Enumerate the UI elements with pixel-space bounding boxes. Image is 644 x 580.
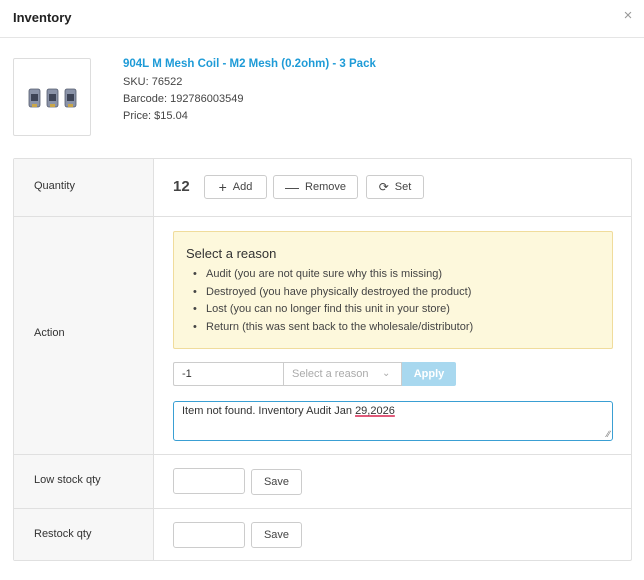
restock-label: Restock qty bbox=[34, 528, 92, 540]
action-label: Action bbox=[34, 327, 65, 339]
product-sku: SKU: 76522 bbox=[123, 76, 183, 88]
quantity-value: 12 bbox=[173, 178, 190, 195]
add-button[interactable]: + Add bbox=[204, 175, 267, 199]
minus-icon: — bbox=[285, 178, 300, 195]
list-item: Lost (you can no longer find this unit i… bbox=[186, 301, 473, 319]
apply-button[interactable]: Apply bbox=[402, 362, 456, 386]
divider bbox=[14, 508, 631, 509]
list-item: Destroyed (you have physically destroyed… bbox=[186, 284, 473, 302]
reason-title: Select a reason bbox=[186, 246, 277, 261]
low-stock-save-button[interactable]: Save bbox=[251, 469, 302, 495]
reason-select[interactable]: Select a reason ⌄ bbox=[283, 362, 402, 386]
remove-button-label: Remove bbox=[305, 181, 346, 193]
remove-button[interactable]: — Remove bbox=[273, 175, 358, 199]
low-stock-input[interactable] bbox=[173, 468, 245, 494]
modal-header: Inventory × bbox=[0, 0, 644, 38]
spellcheck-word: 29,2026 bbox=[355, 405, 395, 417]
set-button[interactable]: ⟳ Set bbox=[366, 175, 424, 199]
add-button-label: Add bbox=[232, 181, 253, 193]
product-price: Price: $15.04 bbox=[123, 110, 188, 122]
reason-list: Audit (you are not quite sure why this i… bbox=[186, 266, 473, 336]
refresh-icon: ⟳ bbox=[378, 180, 389, 194]
restock-save-button[interactable]: Save bbox=[251, 522, 302, 548]
close-icon[interactable]: × bbox=[620, 8, 636, 24]
plus-icon: + bbox=[218, 178, 227, 195]
divider bbox=[14, 454, 631, 455]
quantity-label: Quantity bbox=[34, 180, 75, 192]
modal-title: Inventory bbox=[13, 10, 72, 25]
label-column bbox=[14, 159, 154, 560]
inventory-form: Quantity 12 + Add — Remove ⟳ Set Action … bbox=[13, 158, 632, 561]
adjust-quantity-input[interactable]: -1 bbox=[173, 362, 283, 386]
product-name-link[interactable]: 904L M Mesh Coil - M2 Mesh (0.2ohm) - 3 … bbox=[123, 58, 376, 70]
product-barcode: Barcode: 192786003549 bbox=[123, 93, 244, 105]
note-text: Item not found. Inventory Audit Jan bbox=[182, 405, 356, 417]
reason-select-placeholder: Select a reason bbox=[292, 368, 369, 380]
list-item: Audit (you are not quite sure why this i… bbox=[186, 266, 473, 284]
note-textarea[interactable]: Item not found. Inventory Audit Jan 29,2… bbox=[173, 401, 613, 441]
product-thumbnail bbox=[13, 58, 91, 136]
coil-pack-icon bbox=[28, 88, 77, 108]
resize-handle-icon[interactable]: ∕∕ bbox=[607, 429, 610, 439]
list-item: Return (this was sent back to the wholes… bbox=[186, 319, 473, 337]
reason-help-box: Select a reason Audit (you are not quite… bbox=[173, 231, 613, 349]
divider bbox=[14, 216, 631, 217]
low-stock-label: Low stock qty bbox=[34, 474, 101, 486]
restock-input[interactable] bbox=[173, 522, 245, 548]
chevron-down-icon: ⌄ bbox=[382, 368, 391, 379]
set-button-label: Set bbox=[394, 181, 412, 193]
